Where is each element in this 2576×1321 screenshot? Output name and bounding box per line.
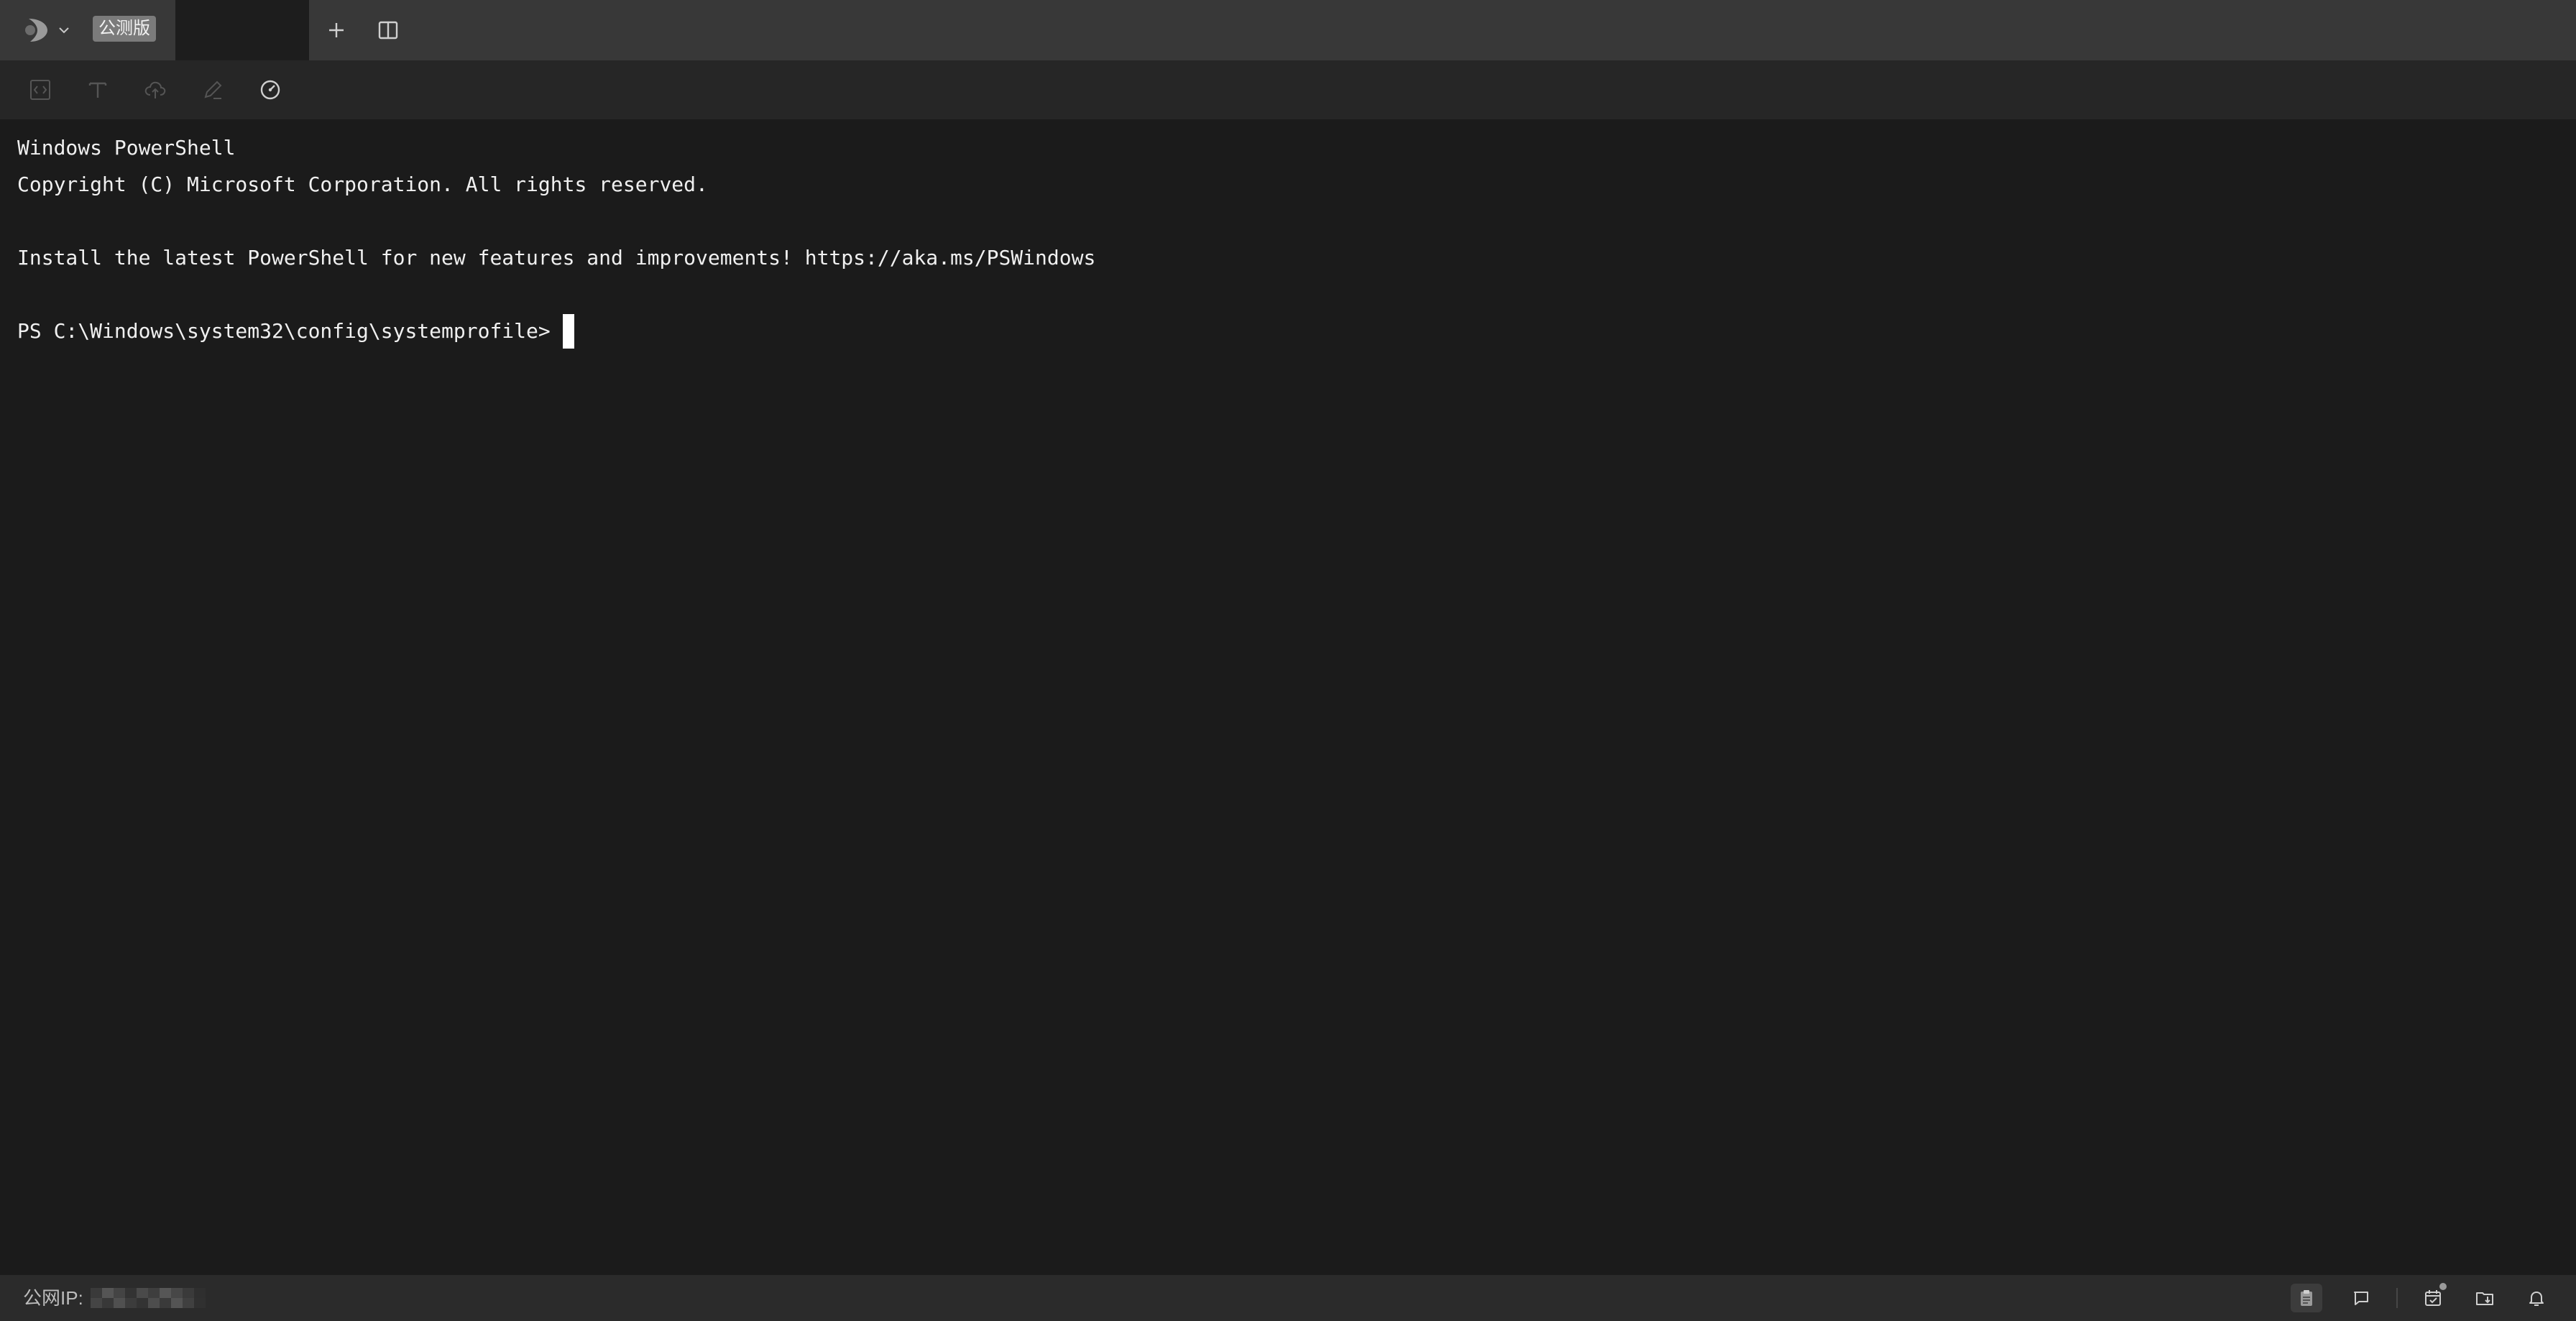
terminal-line: Copyright (C) Microsoft Corporation. All…: [17, 172, 708, 196]
terminal-line: Windows PowerShell: [17, 136, 236, 160]
folder-download-icon: [2476, 1292, 2493, 1305]
performance-button[interactable]: [254, 74, 286, 106]
schedule-indicator-dot: [2439, 1283, 2447, 1290]
upload-button[interactable]: [139, 74, 171, 106]
status-bar: 公网IP:: [0, 1275, 2576, 1321]
chat-button[interactable]: [2345, 1284, 2377, 1312]
toolbar: [0, 60, 2576, 119]
split-view-button[interactable]: [374, 16, 402, 45]
bell-icon: [2529, 1292, 2544, 1306]
code-block-icon: [30, 80, 50, 100]
app-menu-button[interactable]: [22, 11, 79, 49]
pen-icon: [204, 80, 222, 99]
calendar-check-icon: [2425, 1290, 2441, 1306]
clipboard-icon: [2301, 1290, 2312, 1306]
gauge-icon: [260, 80, 280, 100]
notifications-button[interactable]: [2521, 1284, 2552, 1312]
text-format-button[interactable]: [82, 74, 114, 106]
split-view-icon: [378, 21, 398, 40]
edit-button[interactable]: [197, 74, 229, 106]
public-ip-label: 公网IP:: [23, 1287, 83, 1309]
text-cursor: [562, 314, 574, 349]
terminal-prompt: PS C:\Windows\system32\config\systemprof…: [17, 319, 563, 343]
code-block-button[interactable]: [24, 74, 56, 106]
session-tab[interactable]: [175, 0, 309, 60]
plus-icon: [329, 23, 344, 37]
terminal-line: Install the latest PowerShell for new fe…: [17, 246, 1096, 270]
new-tab-button[interactable]: [322, 16, 351, 45]
chat-icon: [2354, 1292, 2368, 1305]
app-logo: [25, 19, 47, 42]
beta-badge: 公测版: [93, 16, 156, 42]
title-bar: 公测版: [0, 0, 2576, 60]
file-transfer-button[interactable]: [2469, 1284, 2501, 1312]
cloud-upload-icon: [144, 81, 166, 98]
terminal-pane[interactable]: Windows PowerShell Copyright (C) Microso…: [0, 119, 2576, 1275]
public-ip-redacted: [91, 1288, 206, 1308]
status-divider: [2396, 1288, 2398, 1308]
app-window: 公测版 Windows PowerShell Copyright (C) Mic…: [0, 0, 2576, 1321]
text-format-icon: [88, 82, 107, 98]
clipboard-button[interactable]: [2291, 1284, 2322, 1312]
chevron-down-icon: [59, 27, 69, 34]
